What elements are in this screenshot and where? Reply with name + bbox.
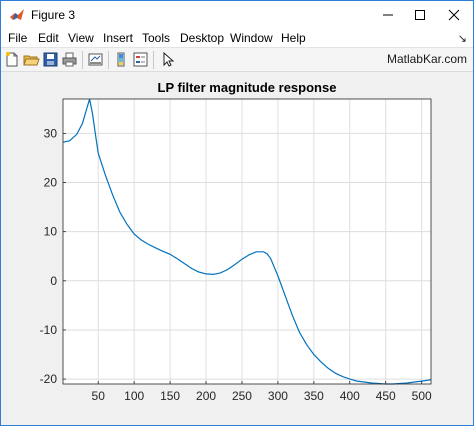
x-tick-label: 50 [92, 389, 106, 403]
matlab-logo-icon [9, 7, 25, 23]
toolbar-separator [108, 51, 109, 69]
menu-window[interactable]: Window [230, 31, 273, 45]
menu-tools[interactable]: Tools [142, 31, 170, 45]
menu-overflow-arrow-icon[interactable]: ↘ [458, 32, 467, 45]
menu-insert[interactable]: Insert [103, 31, 133, 45]
toolbar-separator [153, 51, 154, 69]
toolbar-separator [82, 51, 83, 69]
close-icon [448, 9, 460, 21]
save-icon[interactable] [42, 51, 59, 68]
plot-background [63, 99, 431, 384]
maximize-button[interactable] [403, 1, 437, 28]
figure-window: Figure 3 File Edit View Insert Tools Des… [0, 0, 474, 426]
minimize-button[interactable] [371, 1, 405, 28]
x-tick-label: 500 [412, 389, 432, 403]
menu-help[interactable]: Help [281, 31, 306, 45]
close-button[interactable] [437, 1, 471, 28]
menu-edit[interactable]: Edit [38, 31, 59, 45]
insert-colorbar-icon[interactable] [113, 51, 130, 68]
y-tick-label: 30 [44, 126, 58, 140]
toolbar: MatlabKar.com [1, 48, 473, 72]
link-plot-icon[interactable] [87, 51, 104, 68]
y-tick-label: 0 [50, 274, 57, 288]
print-icon[interactable] [61, 51, 78, 68]
menu-bar: File Edit View Insert Tools Desktop Wind… [1, 28, 473, 48]
x-tick-label: 300 [268, 389, 288, 403]
menu-desktop[interactable]: Desktop [180, 31, 224, 45]
minimize-icon [383, 14, 393, 16]
x-tick-label: 250 [232, 389, 252, 403]
chart-title: LP filter magnitude response [158, 80, 337, 95]
open-file-icon[interactable] [23, 51, 40, 68]
figure-area: 50 100 150 200 250 300 350 400 450 500 -20 -10 0 10 20… [1, 72, 473, 425]
maximize-icon [415, 10, 425, 20]
new-figure-icon[interactable] [4, 51, 21, 68]
x-tick-label: 150 [160, 389, 180, 403]
x-tick-label: 400 [340, 389, 360, 403]
watermark-text: MatlabKar.com [386, 52, 467, 66]
y-tick-label: -20 [40, 372, 58, 386]
y-tick-label: -10 [40, 323, 58, 337]
x-tick-label: 200 [196, 389, 216, 403]
x-tick-label: 450 [376, 389, 396, 403]
chart: 50 100 150 200 250 300 350 400 450 500 -20 -10 0 10 20… [40, 80, 432, 403]
pointer-icon[interactable] [159, 51, 176, 68]
x-tick-label: 100 [124, 389, 144, 403]
title-bar[interactable]: Figure 3 [1, 1, 473, 28]
insert-legend-icon[interactable] [132, 51, 149, 68]
x-tick-label: 350 [304, 389, 324, 403]
window-title: Figure 3 [31, 8, 76, 22]
menu-view[interactable]: View [68, 31, 94, 45]
y-tick-label: 10 [44, 225, 58, 239]
y-tick-label: 20 [44, 176, 58, 190]
menu-file[interactable]: File [8, 31, 27, 45]
